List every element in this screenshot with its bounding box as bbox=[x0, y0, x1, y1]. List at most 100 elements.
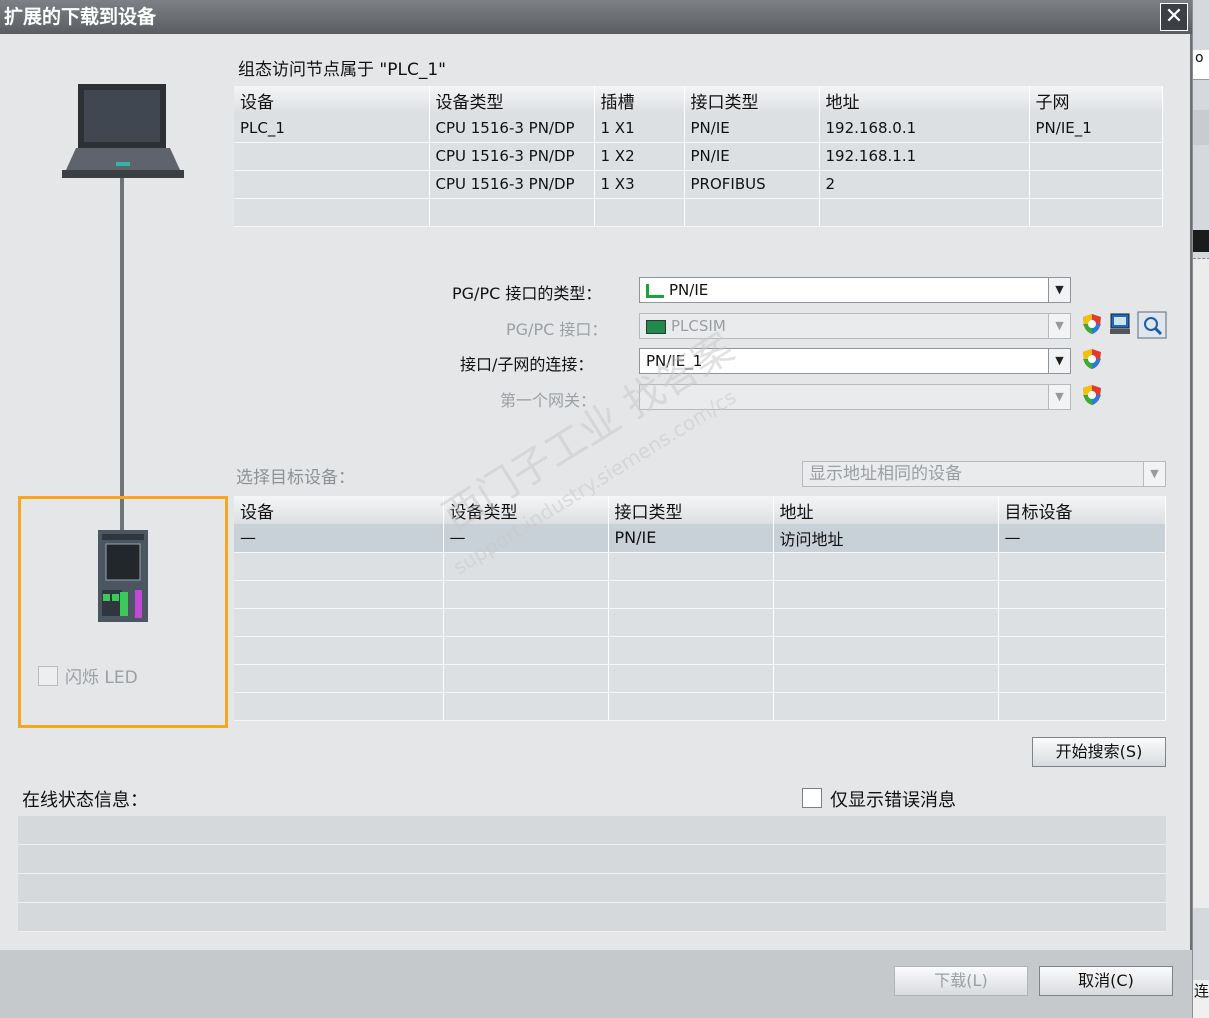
pg-pc-icon bbox=[62, 84, 184, 178]
table-cell bbox=[594, 198, 685, 227]
download-button[interactable]: 下载(L) bbox=[894, 966, 1028, 996]
title-bar: 扩展的下载到设备 ✕ bbox=[0, 0, 1192, 34]
start-search-button[interactable]: 开始搜索(S) bbox=[1032, 737, 1166, 767]
online-status-label: 在线状态信息： bbox=[22, 790, 148, 811]
pgpc-iface-select[interactable]: PLCSIM ▼ bbox=[639, 313, 1071, 339]
network-icon bbox=[646, 283, 664, 298]
cancel-button[interactable]: 取消(C) bbox=[1039, 966, 1173, 996]
table-cell bbox=[1029, 170, 1163, 199]
close-button[interactable]: ✕ bbox=[1160, 3, 1188, 31]
table-cell bbox=[1029, 198, 1163, 227]
pgpc-type-select[interactable]: PN/IE ▼ bbox=[639, 277, 1071, 303]
table-cell bbox=[443, 664, 609, 693]
table-cell bbox=[998, 552, 1166, 581]
table-cell bbox=[998, 608, 1166, 637]
table-row[interactable]: CPU 1516-3 PN/DP 1 X3 PROFIBUS 2 bbox=[234, 170, 1163, 199]
table-cell bbox=[608, 636, 774, 665]
download-dialog: 扩展的下载到设备 ✕ 闪烁 LED 组态访问节点属于 "PLC_1" 设备 设备… bbox=[0, 0, 1192, 1018]
subnet-conn-select[interactable]: PN/IE_1 ▼ bbox=[639, 348, 1071, 374]
table-cell bbox=[234, 170, 430, 199]
table-cell bbox=[608, 692, 774, 721]
table-cell: PLC_1 bbox=[234, 114, 430, 143]
table-cell bbox=[773, 580, 999, 609]
background-app-text-bottom: 连 bbox=[1193, 980, 1209, 1018]
table-cell bbox=[234, 552, 444, 581]
table-cell: PN/IE bbox=[684, 114, 820, 143]
chevron-down-icon[interactable]: ▼ bbox=[1048, 349, 1070, 373]
table-cell bbox=[773, 608, 999, 637]
table-cell bbox=[1029, 142, 1163, 171]
table-cell: CPU 1516-3 PN/DP bbox=[429, 142, 595, 171]
table-row[interactable]: PLC_1 CPU 1516-3 PN/DP 1 X1 PN/IE 192.16… bbox=[234, 114, 1163, 143]
table-cell: — bbox=[998, 524, 1166, 553]
table-cell bbox=[429, 198, 595, 227]
chevron-down-icon[interactable]: ▼ bbox=[1048, 314, 1070, 338]
table-row[interactable]: CPU 1516-3 PN/DP 1 X2 PN/IE 192.168.1.1 bbox=[234, 142, 1163, 171]
table-cell: 192.168.0.1 bbox=[819, 114, 1030, 143]
gateway-select[interactable]: ▼ bbox=[639, 384, 1071, 410]
table-row[interactable] bbox=[234, 608, 1166, 637]
table-row[interactable] bbox=[234, 664, 1166, 693]
table-row[interactable] bbox=[234, 580, 1166, 609]
table-cell: 192.168.1.1 bbox=[819, 142, 1030, 171]
table-cell: — bbox=[234, 524, 444, 553]
subnet-conn-label: 接口/子网的连接： bbox=[460, 355, 594, 374]
target-filter-value: 显示地址相同的设备 bbox=[809, 464, 962, 484]
flash-led-label: 闪烁 LED bbox=[65, 668, 138, 688]
table-cell: PN/IE_1 bbox=[1029, 114, 1163, 143]
table-row[interactable]: — — PN/IE 访问地址 — bbox=[234, 524, 1166, 553]
online-status-list bbox=[18, 816, 1166, 932]
table-cell bbox=[998, 636, 1166, 665]
table-row[interactable] bbox=[234, 692, 1166, 721]
column-header: 地址 bbox=[773, 496, 999, 524]
column-header: 接口类型 bbox=[684, 86, 820, 114]
table-cell: PN/IE bbox=[684, 142, 820, 171]
pgpc-type-label: PG/PC 接口的类型： bbox=[452, 284, 602, 303]
access-node-label: 组态访问节点属于 "PLC_1" bbox=[238, 60, 446, 80]
list-item bbox=[18, 903, 1166, 932]
diagnostics-icon[interactable] bbox=[1137, 311, 1167, 339]
column-header: 设备类型 bbox=[443, 496, 609, 524]
column-header: 设备 bbox=[234, 496, 444, 524]
table-row[interactable] bbox=[234, 636, 1166, 665]
subnet-conn-value: PN/IE_1 bbox=[646, 352, 703, 370]
flash-led-checkbox[interactable] bbox=[38, 666, 58, 686]
table-header: 设备 设备类型 接口类型 地址 目标设备 bbox=[234, 496, 1166, 524]
table-cell bbox=[773, 664, 999, 693]
table-cell: 1 X1 bbox=[594, 114, 685, 143]
table-cell bbox=[234, 608, 444, 637]
shield-icon[interactable] bbox=[1082, 348, 1102, 370]
config-access-table: 设备 设备类型 插槽 接口类型 地址 子网 PLC_1 CPU 1516-3 P… bbox=[234, 86, 1163, 227]
table-cell bbox=[773, 692, 999, 721]
errors-only-checkbox[interactable] bbox=[802, 788, 822, 808]
table-header: 设备 设备类型 插槽 接口类型 地址 子网 bbox=[234, 86, 1163, 114]
device-info-icon[interactable] bbox=[1108, 312, 1132, 336]
errors-only-label: 仅显示错误消息 bbox=[830, 790, 956, 811]
list-item bbox=[18, 816, 1166, 845]
dialog-title: 扩展的下载到设备 bbox=[4, 6, 157, 28]
column-header: 子网 bbox=[1029, 86, 1163, 114]
chevron-down-icon[interactable]: ▼ bbox=[1048, 385, 1070, 409]
plc-device-icon bbox=[98, 530, 148, 622]
table-row[interactable] bbox=[234, 552, 1166, 581]
table-cell bbox=[234, 198, 430, 227]
table-cell bbox=[443, 580, 609, 609]
list-item bbox=[18, 845, 1166, 874]
table-cell bbox=[234, 664, 444, 693]
gateway-label: 第一个网关： bbox=[500, 391, 597, 410]
shield-icon[interactable] bbox=[1082, 384, 1102, 406]
table-cell: 1 X3 bbox=[594, 170, 685, 199]
table-cell bbox=[234, 636, 444, 665]
table-cell bbox=[608, 552, 774, 581]
table-cell bbox=[773, 552, 999, 581]
table-cell bbox=[443, 692, 609, 721]
chevron-down-icon[interactable]: ▼ bbox=[1143, 462, 1165, 486]
table-cell bbox=[234, 580, 444, 609]
chevron-down-icon[interactable]: ▼ bbox=[1048, 278, 1070, 302]
background-app-text: o bbox=[1193, 50, 1209, 80]
table-cell bbox=[608, 664, 774, 693]
table-row[interactable] bbox=[234, 198, 1163, 227]
shield-icon[interactable] bbox=[1082, 313, 1102, 335]
plcsim-card-icon bbox=[646, 319, 666, 334]
target-filter-select[interactable]: 显示地址相同的设备 ▼ bbox=[802, 461, 1166, 487]
